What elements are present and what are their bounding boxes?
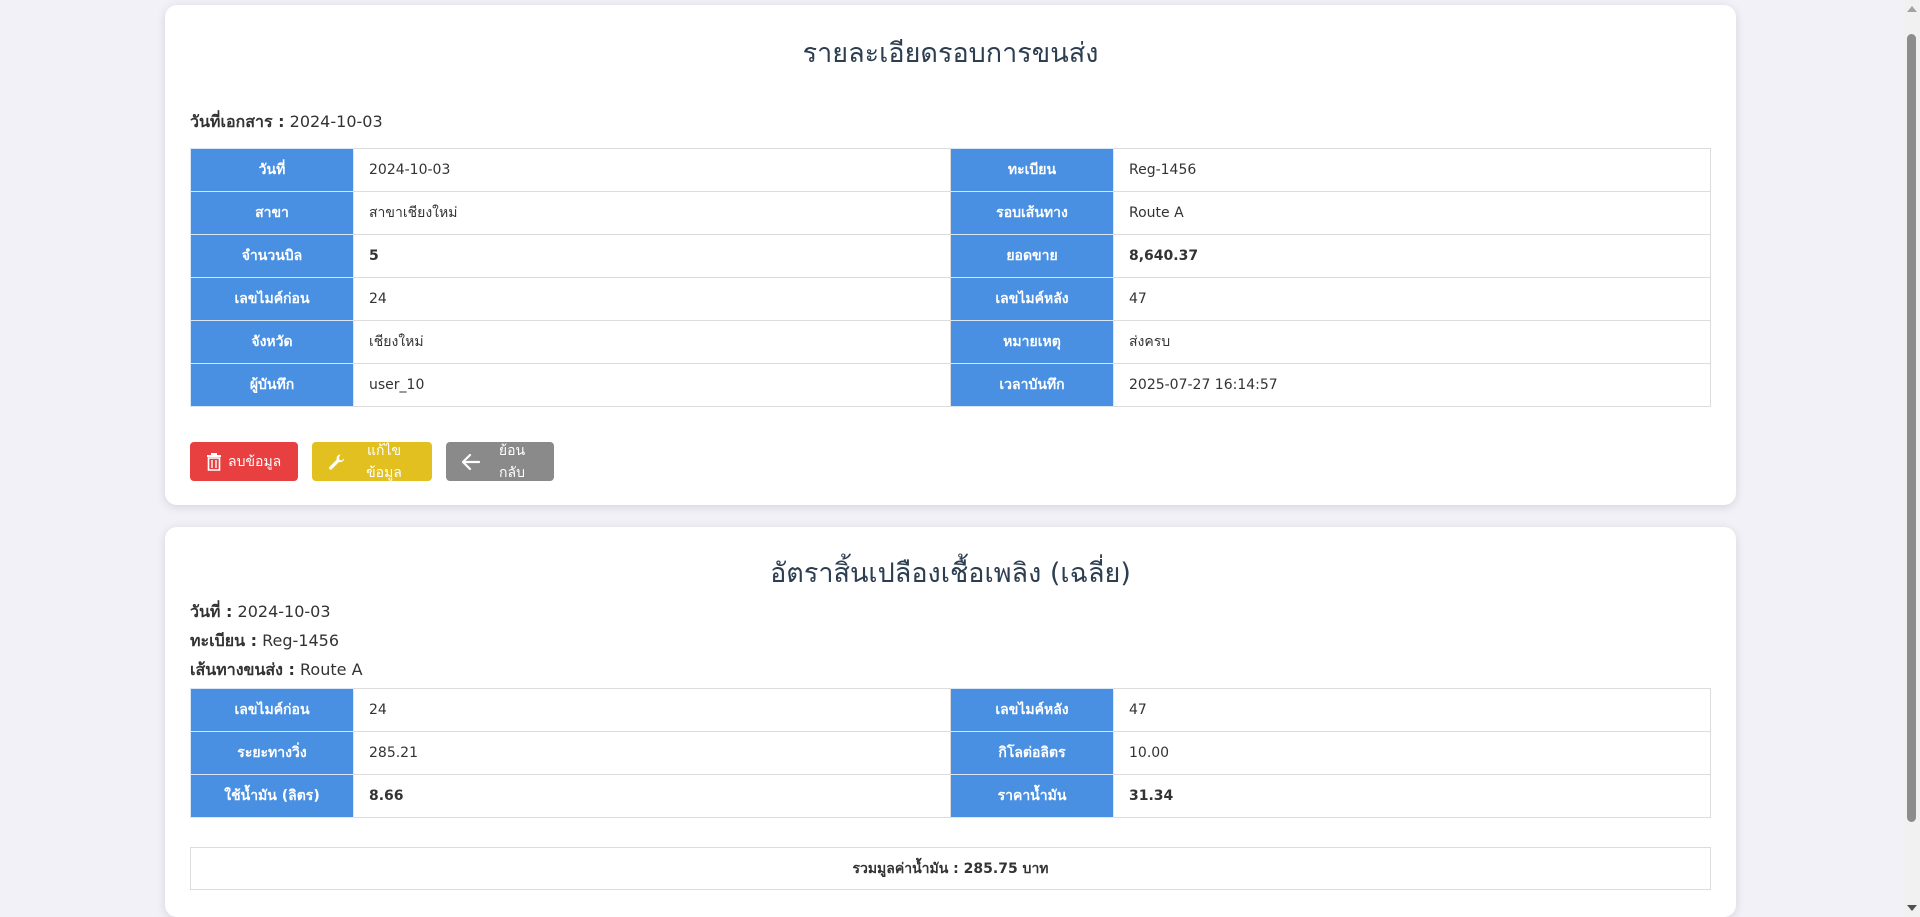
value-route: Route A <box>1113 191 1711 235</box>
value-odometer-before: 24 <box>353 688 951 732</box>
value-km-per-liter: 10.00 <box>1113 731 1711 775</box>
label-odometer-after: เลขไมค์หลัง <box>950 277 1114 321</box>
value-registration: Reg-1456 <box>1113 148 1711 192</box>
value-recorder: user_10 <box>353 363 951 407</box>
scroll-up-arrow-icon[interactable] <box>1907 6 1917 12</box>
fuel-route-value: Route A <box>300 660 363 679</box>
label-note: หมายเหตุ <box>950 320 1114 364</box>
table-row: จำนวนบิล 5 ยอดขาย 8,640.37 <box>190 234 1711 278</box>
label-province: จังหวัด <box>190 320 354 364</box>
back-button[interactable]: ย้อนกลับ <box>446 442 554 481</box>
label-fuel-used: ใช้น้ำมัน (ลิตร) <box>190 774 354 818</box>
table-row: วันที่ 2024-10-03 ทะเบียน Reg-1456 <box>190 148 1711 192</box>
value-odometer-after: 47 <box>1113 688 1711 732</box>
fuel-registration-value: Reg-1456 <box>262 631 340 650</box>
fuel-date: วันที่ : 2024-10-03 <box>190 597 363 626</box>
document-date-label: วันที่เอกสาร : <box>190 112 285 131</box>
fuel-info: วันที่ : 2024-10-03 ทะเบียน : Reg-1456 เ… <box>190 597 363 684</box>
value-odometer-after: 47 <box>1113 277 1711 321</box>
arrow-left-icon <box>462 453 480 470</box>
table-row: เลขไมค์ก่อน 24 เลขไมค์หลัง 47 <box>190 688 1711 732</box>
fuel-consumption-card: อัตราสิ้นเปลืองเชื้อเพลิง (เฉลี่ย) วันที… <box>165 527 1736 917</box>
label-fuel-price: ราคาน้ำมัน <box>950 774 1114 818</box>
shipment-details-card: รายละเอียดรอบการขนส่ง วันที่เอกสาร : 202… <box>165 5 1736 505</box>
label-bill-count: จำนวนบิล <box>190 234 354 278</box>
page: รายละเอียดรอบการขนส่ง วันที่เอกสาร : 202… <box>0 0 1920 917</box>
delete-button[interactable]: ลบข้อมูล <box>190 442 298 481</box>
table-row: ระยะทางวิ่ง 285.21 กิโลต่อลิตร 10.00 <box>190 731 1711 775</box>
fuel-total: รวมมูลค่าน้ำมัน : 285.75 บาท <box>190 847 1711 890</box>
fuel-date-value: 2024-10-03 <box>237 602 331 621</box>
fuel-route-label: เส้นทางขนส่ง : <box>190 660 295 679</box>
table-row: จังหวัด เชียงใหม่ หมายเหตุ ส่งครบ <box>190 320 1711 364</box>
wrench-icon <box>329 454 345 470</box>
table-row: สาขา สาขาเชียงใหม่ รอบเส้นทาง Route A <box>190 191 1711 235</box>
table-row: ใช้น้ำมัน (ลิตร) 8.66 ราคาน้ำมัน 31.34 <box>190 774 1711 818</box>
page-scrollbar[interactable] <box>1903 0 1920 917</box>
label-recorder: ผู้บันทึก <box>190 363 354 407</box>
label-distance: ระยะทางวิ่ง <box>190 731 354 775</box>
details-title: รายละเอียดรอบการขนส่ง <box>802 38 1099 69</box>
label-route: รอบเส้นทาง <box>950 191 1114 235</box>
scroll-down-arrow-icon[interactable] <box>1907 905 1917 911</box>
label-record-time: เวลาบันทึก <box>950 363 1114 407</box>
value-distance: 285.21 <box>353 731 951 775</box>
label-odometer-before: เลขไมค์ก่อน <box>190 277 354 321</box>
value-province: เชียงใหม่ <box>353 320 951 364</box>
document-date: วันที่เอกสาร : 2024-10-03 <box>190 110 383 135</box>
value-record-time: 2025-07-27 16:14:57 <box>1113 363 1711 407</box>
value-odometer-before: 24 <box>353 277 951 321</box>
value-bill-count: 5 <box>353 234 951 278</box>
fuel-date-label: วันที่ : <box>190 602 233 621</box>
edit-button-label: แก้ไขข้อมูล <box>366 442 402 481</box>
fuel-table: เลขไมค์ก่อน 24 เลขไมค์หลัง 47 ระยะทางวิ่… <box>190 688 1711 818</box>
value-fuel-price: 31.34 <box>1113 774 1711 818</box>
label-odometer-before: เลขไมค์ก่อน <box>190 688 354 732</box>
details-table: วันที่ 2024-10-03 ทะเบียน Reg-1456 สาขา … <box>190 148 1711 407</box>
fuel-registration-label: ทะเบียน : <box>190 631 258 650</box>
fuel-route: เส้นทางขนส่ง : Route A <box>190 655 363 684</box>
edit-button[interactable]: แก้ไขข้อมูล <box>312 442 432 481</box>
scroll-thumb[interactable] <box>1907 34 1916 822</box>
label-sales: ยอดขาย <box>950 234 1114 278</box>
fuel-title: อัตราสิ้นเปลืองเชื้อเพลิง (เฉลี่ย) <box>770 558 1131 589</box>
label-km-per-liter: กิโลต่อลิตร <box>950 731 1114 775</box>
label-date: วันที่ <box>190 148 354 192</box>
back-button-label: ย้อนกลับ <box>498 442 526 481</box>
label-branch: สาขา <box>190 191 354 235</box>
value-note: ส่งครบ <box>1113 320 1711 364</box>
table-row: เลขไมค์ก่อน 24 เลขไมค์หลัง 47 <box>190 277 1711 321</box>
trash-icon <box>207 452 221 471</box>
document-date-value: 2024-10-03 <box>289 112 383 131</box>
action-buttons: ลบข้อมูล แก้ไขข้อมูล ย้อนกลับ <box>190 442 554 481</box>
fuel-registration: ทะเบียน : Reg-1456 <box>190 626 363 655</box>
value-date: 2024-10-03 <box>353 148 951 192</box>
value-sales: 8,640.37 <box>1113 234 1711 278</box>
value-fuel-used: 8.66 <box>353 774 951 818</box>
label-registration: ทะเบียน <box>950 148 1114 192</box>
delete-button-label: ลบข้อมูล <box>228 453 282 470</box>
value-branch: สาขาเชียงใหม่ <box>353 191 951 235</box>
label-odometer-after: เลขไมค์หลัง <box>950 688 1114 732</box>
table-row: ผู้บันทึก user_10 เวลาบันทึก 2025-07-27 … <box>190 363 1711 407</box>
